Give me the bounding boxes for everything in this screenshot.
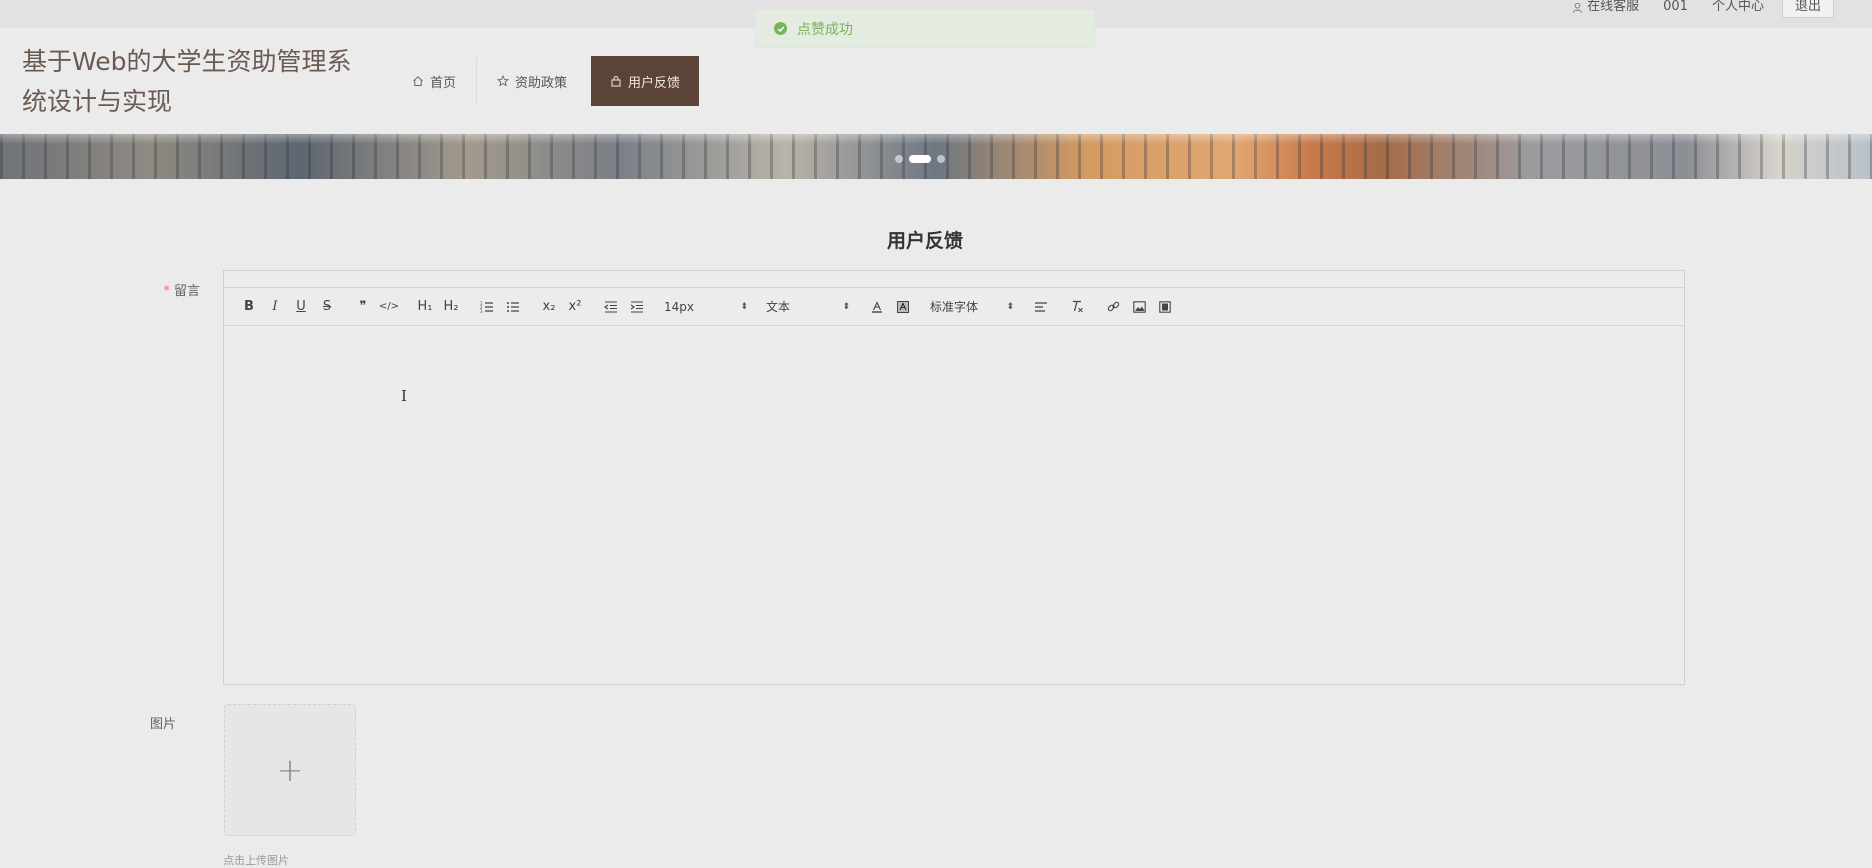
nav-item-home[interactable]: 首页 <box>392 56 476 106</box>
rich-text-editor: B I U S ❞ </> H₁ H₂ 123 x₂ x² 14px ⬍ 文本 … <box>223 270 1685 685</box>
font-family-value: 标准字体 <box>930 300 979 314</box>
bold-button[interactable]: B <box>236 295 262 319</box>
indent-button[interactable] <box>624 295 650 319</box>
message-label: * 留言 <box>163 284 200 299</box>
align-button[interactable] <box>1028 295 1054 319</box>
link-button[interactable] <box>1100 295 1126 319</box>
outdent-icon <box>604 300 617 313</box>
user-id: 001 <box>1663 0 1688 14</box>
heading-value: 文本 <box>766 300 791 314</box>
image-button[interactable] <box>1126 295 1152 319</box>
font-size-select[interactable]: 14px ⬍ <box>660 295 752 319</box>
font-family-select[interactable]: 标准字体 ⬍ <box>926 295 1018 319</box>
h1-button[interactable]: H₁ <box>412 295 438 319</box>
editor-toolbar: B I U S ❞ </> H₁ H₂ 123 x₂ x² 14px ⬍ 文本 … <box>224 288 1684 326</box>
bullet-list-button[interactable] <box>500 295 526 319</box>
carousel-dot[interactable] <box>937 155 945 163</box>
background-color-icon <box>897 300 909 313</box>
italic-button[interactable]: I <box>262 295 288 319</box>
carousel-dot-active[interactable] <box>909 155 931 163</box>
toast-message: 点赞成功 <box>797 21 853 38</box>
h2-button[interactable]: H₂ <box>438 295 464 319</box>
nav-label-home: 首页 <box>430 75 457 91</box>
sort-arrows-icon: ⬍ <box>842 301 850 312</box>
clear-format-icon <box>1073 300 1083 313</box>
font-color-button[interactable] <box>864 295 890 319</box>
carousel-dot[interactable] <box>895 155 903 163</box>
font-color-icon <box>872 300 882 313</box>
banner-carousel <box>0 134 1872 179</box>
background-color-button[interactable] <box>890 295 916 319</box>
ordered-list-icon: 123 <box>480 301 493 313</box>
sort-arrows-icon: ⬍ <box>1006 301 1014 312</box>
clear-format-button[interactable] <box>1064 295 1090 319</box>
underline-button[interactable]: U <box>288 295 314 319</box>
text-cursor: I <box>401 387 407 405</box>
bullet-list-icon <box>507 301 519 312</box>
sort-arrows-icon: ⬍ <box>740 301 748 312</box>
required-mark: * <box>163 284 170 299</box>
align-left-icon <box>1035 301 1047 312</box>
logout-button[interactable]: 退出 <box>1781 0 1834 18</box>
top-links: 在线客服 001 个人中心 退出 <box>1560 0 1834 28</box>
carousel-indicators <box>895 155 945 163</box>
home-icon <box>413 76 423 86</box>
star-icon <box>497 75 510 87</box>
online-service-label: 在线客服 <box>1587 0 1640 14</box>
nav-label-feedback: 用户反馈 <box>628 75 681 91</box>
outdent-button[interactable] <box>598 295 624 319</box>
video-icon <box>1159 300 1171 313</box>
upload-tip: 点击上传图片 <box>223 854 289 867</box>
font-size-value: 14px <box>664 299 694 314</box>
online-service-link[interactable]: 在线客服 <box>1560 0 1651 14</box>
subscript-button[interactable]: x₂ <box>536 295 562 319</box>
strike-button[interactable]: S <box>314 295 340 319</box>
user-icon <box>1573 2 1583 13</box>
blockquote-button[interactable]: ❞ <box>350 295 376 319</box>
bag-icon <box>611 76 621 87</box>
superscript-button[interactable]: x² <box>562 295 588 319</box>
nav-label-policy: 资助政策 <box>515 75 568 91</box>
nav-item-feedback[interactable]: 用户反馈 <box>591 56 700 106</box>
svg-text:3: 3 <box>480 309 483 313</box>
image-icon <box>1132 300 1146 313</box>
success-toast: 点赞成功 <box>755 9 1095 48</box>
ordered-list-button[interactable]: 123 <box>474 295 500 319</box>
indent-icon <box>630 300 643 313</box>
editor-content-area[interactable] <box>224 325 1684 684</box>
heading-select[interactable]: 文本 ⬍ <box>762 295 854 319</box>
nav-item-policy[interactable]: 资助政策 <box>477 56 587 106</box>
main-nav: 首页 资助政策 用户反馈 <box>392 56 700 106</box>
link-icon <box>1107 301 1119 312</box>
image-label: 图片 <box>150 717 177 732</box>
image-upload-button[interactable]: + <box>224 704 356 836</box>
profile-link[interactable]: 个人中心 <box>1700 0 1776 14</box>
plus-icon: + <box>276 751 304 789</box>
site-title: 基于Web的大学生资助管理系统设计与实现 <box>22 47 352 116</box>
page-title: 用户反馈 <box>886 230 963 252</box>
code-block-button[interactable]: </> <box>376 295 402 319</box>
check-circle-icon <box>774 22 787 35</box>
video-button[interactable] <box>1152 295 1178 319</box>
